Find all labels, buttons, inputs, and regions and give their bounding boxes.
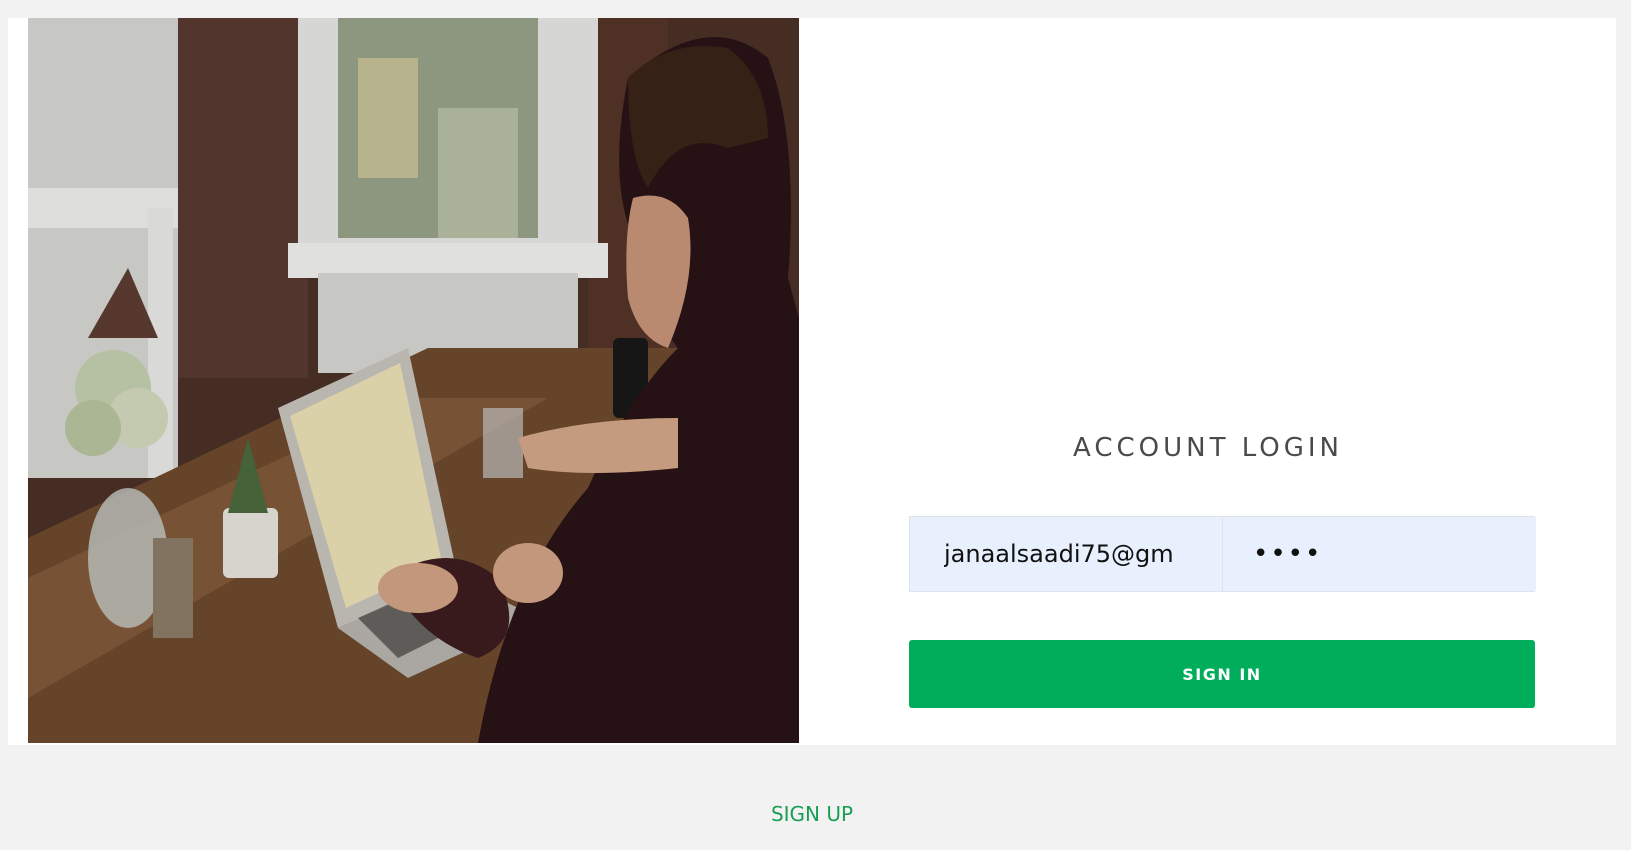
- hero-image: [28, 18, 799, 743]
- sign-up-link[interactable]: SIGN UP: [0, 802, 1624, 826]
- login-panel: ACCOUNT LOGIN SIGN IN: [800, 18, 1616, 745]
- page-title: ACCOUNT LOGIN: [1072, 433, 1344, 463]
- sign-in-button[interactable]: SIGN IN: [909, 640, 1535, 708]
- email-field[interactable]: [910, 517, 1223, 591]
- man-laptop-photo: [28, 18, 799, 743]
- password-field[interactable]: [1223, 517, 1536, 591]
- credentials-row: [909, 516, 1536, 592]
- login-card: ACCOUNT LOGIN SIGN IN: [8, 18, 1616, 745]
